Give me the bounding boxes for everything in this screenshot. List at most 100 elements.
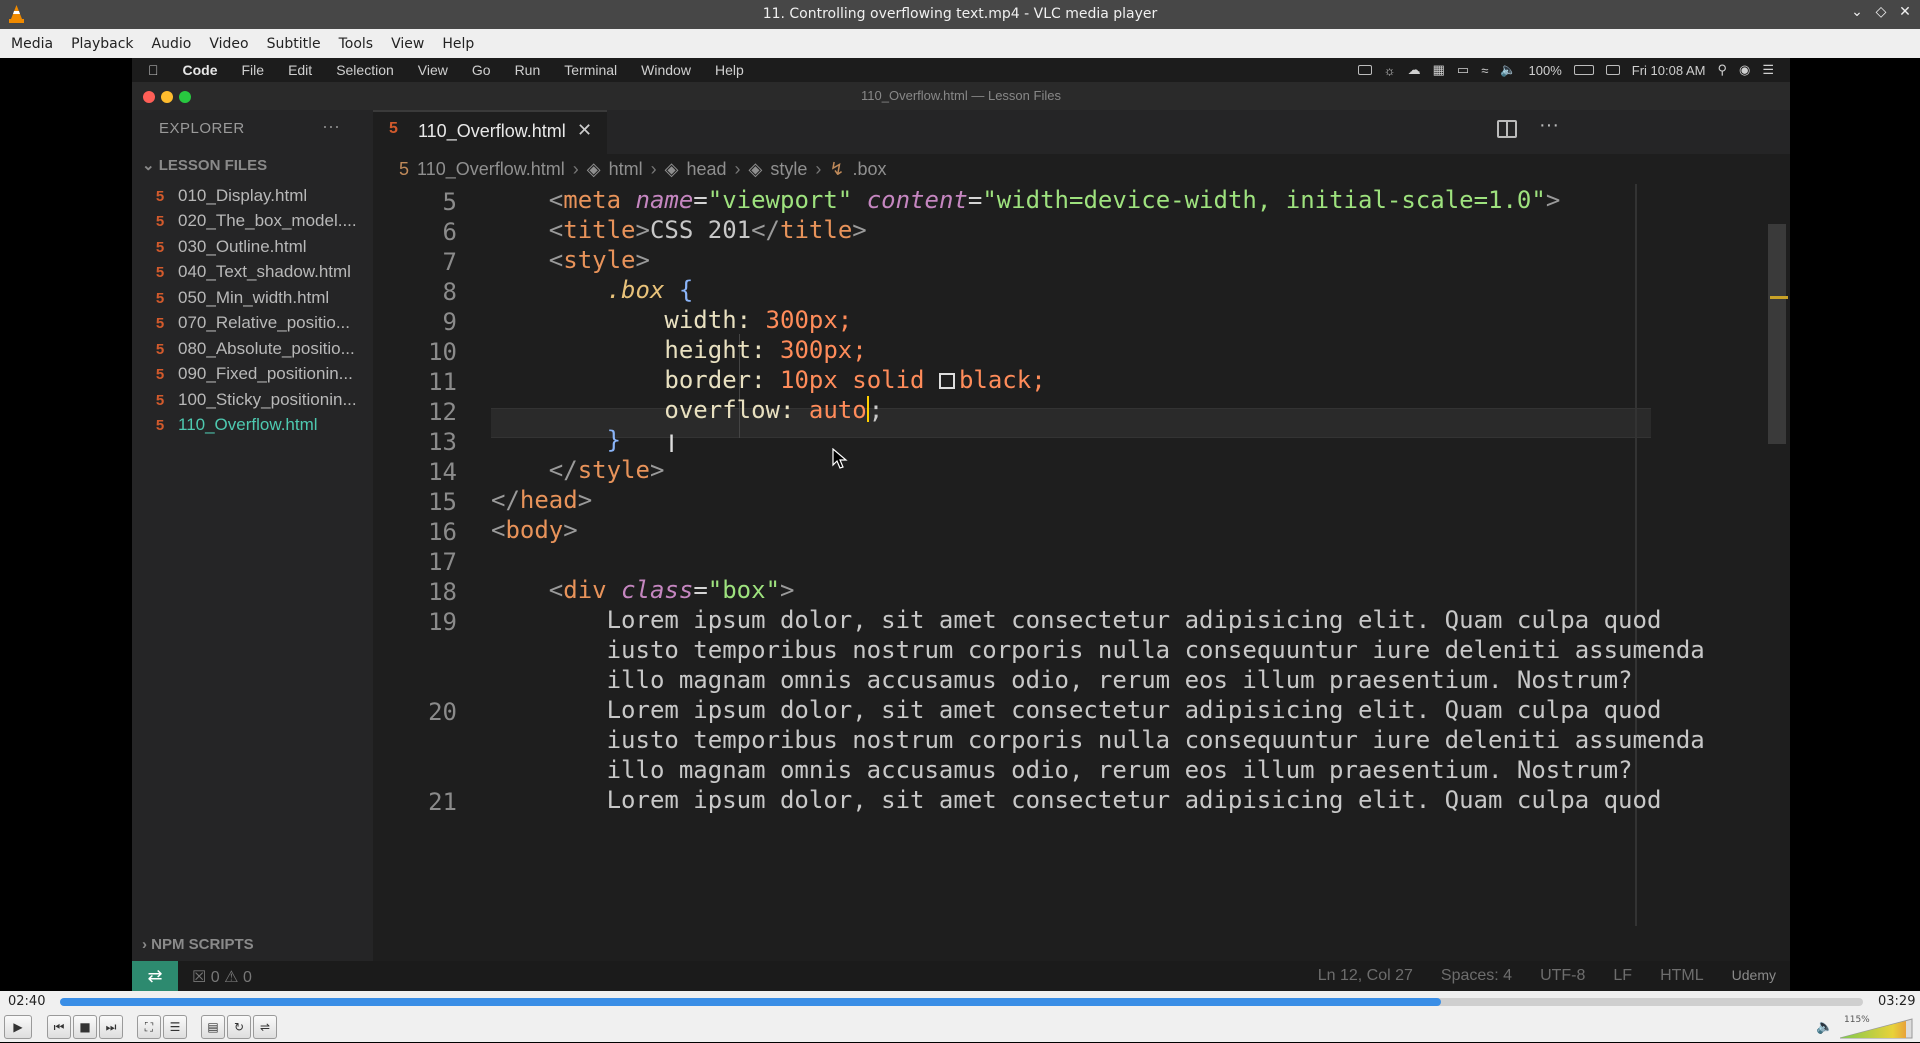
volume-slider[interactable]: 115% [1839,1015,1914,1039]
explorer-folder: ⌄ LESSON FILES [142,157,268,174]
explorer-sidebar: EXPLORER ··· ⌄ LESSON FILES 5 010_Display… [132,110,373,991]
code-line: width: 300px; [664,306,853,334]
stop-button[interactable]: ■ [73,1015,97,1039]
mouse-pointer-icon [832,448,848,469]
file-item: 5 050_Min_width.html [152,288,329,312]
cube-icon: ◈ [748,158,763,179]
mac-status-area: ☼ ☁ ▦ ▭ ≈ 🔈 100% Fri 10:08 AM ⚲ ◉ ☰ [1357,58,1774,82]
mac-menu-view: View [407,62,448,78]
chevron-right-icon: › [650,158,657,179]
tab-label: 110_Overflow.html [418,121,566,141]
file-item: 5 010_Display.html [152,186,307,210]
chevron-right-icon: › [734,158,741,179]
maximize-icon[interactable]: ◇ [1872,4,1890,24]
file-item-active: 5 110_Overflow.html [152,415,318,439]
code-line-wrap: iusto temporibus nostrum corporis nulla … [606,726,1705,754]
speaker-icon: 🔈 [1500,62,1517,77]
apple-icon:  [132,62,171,78]
code-line-wrap: illo magnam omnis accusamus odio, rerum … [606,756,1633,784]
code-line: height: 300px; [664,336,867,364]
selector-icon: ↯ [829,158,845,179]
volume-icon[interactable]: 🔈 [1816,1019,1833,1035]
html-file-icon: 5 [155,417,165,434]
wifi-icon: ≈ [1481,62,1489,78]
menu-subtitle[interactable]: Subtitle [258,36,330,52]
file-item: 5 070_Relative_positio... [152,313,350,337]
file-item: 5 080_Absolute_positio... [152,339,355,363]
menu-video[interactable]: Video [200,36,257,52]
code-line: </head> [491,486,593,514]
text-cursor-icon: I [668,430,676,458]
folder-label: LESSON FILES [158,157,268,174]
editor-window-bar: 110_Overflow.html — Lesson Files [132,82,1790,110]
warning-count: 0 [242,969,252,986]
elapsed-time: 02:40 [8,994,46,1009]
close-icon[interactable]: ✕ [1896,4,1914,24]
html-file-icon: 5 [155,239,165,256]
mac-menu-go: Go [461,62,491,78]
line-number: 8 [442,278,457,306]
playlist-button[interactable]: ▤ [201,1015,225,1039]
battery-percent: 100% [1528,62,1562,78]
menu-help[interactable]: Help [433,36,483,52]
controls-row: ▶ ⏮ ■ ⏭ ⛶ ☰ ▤ ↻ ⇌ 🔈 115% [0,1013,1920,1042]
file-item: 5 030_Outline.html [152,237,307,261]
loop-button[interactable]: ↻ [227,1015,251,1039]
line-number: 15 [428,488,457,516]
line-number: 19 [428,608,457,636]
minimize-icon[interactable]: ⌄ [1848,4,1866,24]
seek-slider[interactable] [60,998,1863,1006]
menu-view[interactable]: View [382,36,433,52]
seek-row: 02:40 03:29 [0,991,1920,1013]
extended-settings-button[interactable]: ☰ [163,1015,187,1039]
html-file-icon: 5 [389,120,398,137]
code-line-wrap: illo magnam omnis accusamus odio, rerum … [606,666,1633,694]
npm-scripts: › NPM SCRIPTS [142,936,254,953]
menu-audio[interactable]: Audio [143,36,201,52]
color-swatch [938,373,955,389]
brightness-icon: ☼ [1383,62,1396,78]
menu-media[interactable]: Media [2,36,62,52]
code-line: Lorem ipsum dolor, sit amet consectetur … [606,786,1662,814]
code-line: </style> [548,456,665,484]
code-line: <body> [491,516,578,544]
code-line: Lorem ipsum dolor, sit amet consectetur … [606,606,1662,634]
problems-indicator: ☒ 0 ⚠ 0 [192,969,252,986]
mac-menu-code: Code [172,62,218,78]
html-file-icon: 5 [155,188,165,205]
explorer-more-icon: ··· [322,116,340,136]
mac-menu-selection: Selection [325,62,394,78]
html-file-icon: 5 [155,264,165,281]
code-line: <div class="box"> [548,576,795,604]
clock: Fri 10:08 AM [1631,62,1706,78]
cube-icon: ◈ [586,158,601,179]
breadcrumb-item: style [770,158,808,179]
shuffle-button[interactable]: ⇌ [253,1015,277,1039]
window-title: 11. Controlling overflowing text.mp4 - V… [762,6,1158,22]
file-label: 050_Min_width.html [178,288,330,307]
menu-tools[interactable]: Tools [330,36,383,52]
html-file-icon: 5 [155,341,165,358]
menu-playback[interactable]: Playback [62,36,142,52]
editor-window-title: 110_Overflow.html — Lesson Files [861,88,1061,103]
file-label: 020_The_box_model.... [178,211,357,230]
fullscreen-button[interactable]: ⛶ [137,1015,161,1039]
html-file-icon: 5 [155,213,165,230]
error-count: 0 [210,969,220,986]
language-mode: HTML [1660,967,1704,984]
play-button[interactable]: ▶ [4,1015,32,1039]
line-numbers: 5 6 7 8 9 10 11 12 13 14 15 16 17 18 19 … [373,184,491,926]
breadcrumb: 5 110_Overflow.html › ◈ html › ◈ head › … [373,154,1790,184]
file-label: 110_Overflow.html [178,415,318,434]
split-editor-icon [1497,120,1517,138]
file-label: 070_Relative_positio... [178,313,351,332]
file-label: 100_Sticky_positionin... [178,390,357,409]
video-area[interactable]:  Code File Edit Selection View Go Run T… [0,58,1920,991]
chevron-right-icon: › [815,158,822,179]
previous-button[interactable]: ⏮ [47,1015,71,1039]
file-item: 5 100_Sticky_positionin... [152,390,357,414]
control-center-icon: ☰ [1762,62,1774,77]
next-button[interactable]: ⏭ [99,1015,123,1039]
cursor-position: Ln 12, Col 27 [1317,967,1413,984]
line-number: 7 [442,248,457,276]
